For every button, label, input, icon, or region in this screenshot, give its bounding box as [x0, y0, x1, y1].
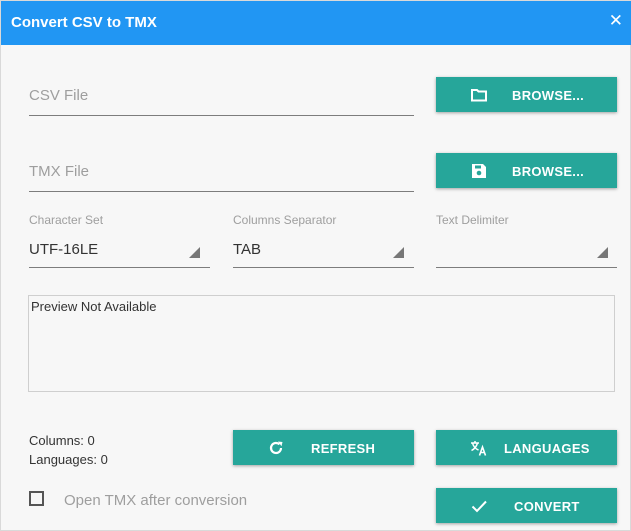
charset-label: Character Set — [29, 213, 104, 227]
delimiter-label: Text Delimiter — [436, 213, 509, 227]
tmx-browse-label: BROWSE... — [512, 164, 585, 179]
refresh-label: REFRESH — [311, 441, 376, 456]
preview-text: Preview Not Available — [31, 299, 157, 314]
open-after-label[interactable]: Open TMX after conversion — [64, 492, 247, 509]
check-icon — [470, 497, 488, 515]
refresh-icon — [267, 439, 285, 457]
separator-value: TAB — [233, 241, 262, 258]
folder-icon — [470, 86, 488, 104]
translate-icon — [470, 439, 488, 457]
separator-underline — [233, 267, 414, 268]
languages-count: Languages: 0 — [29, 452, 108, 467]
title-bar: Convert CSV to TMX ✕ — [1, 1, 631, 45]
close-icon[interactable]: ✕ — [609, 12, 623, 29]
charset-value: UTF-16LE — [29, 241, 99, 258]
save-icon — [470, 162, 488, 180]
separator-label: Columns Separator — [233, 213, 337, 227]
refresh-button[interactable]: REFRESH — [233, 430, 414, 465]
csv-file-underline — [29, 115, 414, 116]
convert-button[interactable]: CONVERT — [436, 488, 617, 523]
charset-underline — [29, 267, 210, 268]
convert-dialog: Convert CSV to TMX ✕ CSV File BROWSE... … — [0, 0, 631, 531]
separator-dropdown-icon — [393, 247, 404, 258]
convert-label: CONVERT — [514, 499, 580, 514]
languages-button[interactable]: LANGUAGES — [436, 430, 617, 465]
charset-dropdown-icon — [189, 247, 200, 258]
tmx-file-underline — [29, 191, 414, 192]
languages-label: LANGUAGES — [504, 441, 590, 456]
delimiter-underline — [436, 267, 617, 268]
tmx-browse-button[interactable]: BROWSE... — [436, 153, 617, 188]
delimiter-dropdown-icon — [597, 247, 608, 258]
csv-browse-button[interactable]: BROWSE... — [436, 77, 617, 112]
tmx-file-input[interactable]: TMX File — [29, 163, 89, 180]
csv-file-input[interactable]: CSV File — [29, 87, 88, 104]
columns-count: Columns: 0 — [29, 433, 95, 448]
csv-browse-label: BROWSE... — [512, 88, 585, 103]
open-after-checkbox[interactable] — [29, 491, 44, 506]
preview-area: Preview Not Available — [28, 295, 615, 392]
dialog-title: Convert CSV to TMX — [11, 14, 157, 31]
